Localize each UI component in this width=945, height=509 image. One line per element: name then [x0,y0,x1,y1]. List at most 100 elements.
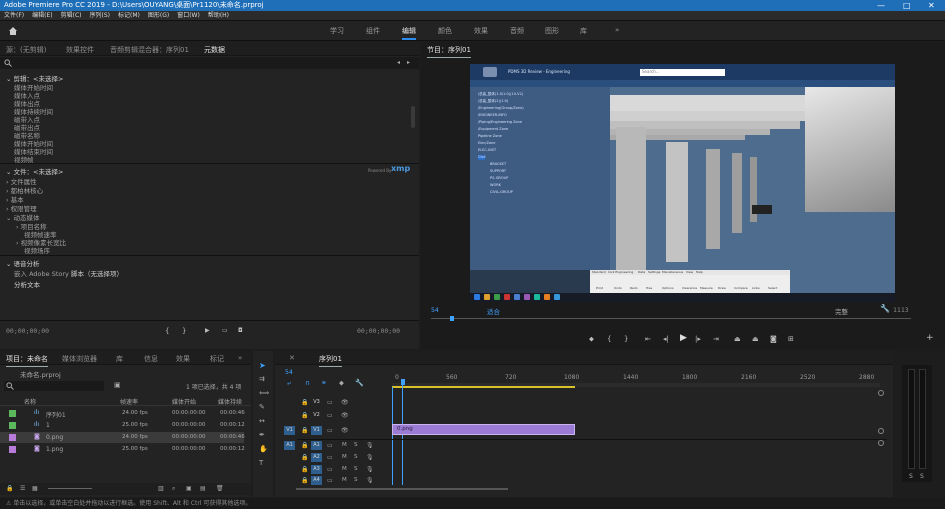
source-patch-v1[interactable]: V1 [284,426,295,435]
tree-node[interactable]: CIVIL-GROUP [490,190,513,195]
sync-lock-icon[interactable]: ▭ [327,399,333,406]
track-target-v2[interactable]: V2 [311,411,322,420]
menu-file[interactable]: 文件(F) [0,11,28,21]
project-item-row[interactable]: ◙ 1.png 25.00 fps 00:00:00:00 00:00:12 [0,444,245,455]
menu-marker[interactable]: 标记(M) [114,11,144,21]
solo-right-button[interactable]: S [920,473,924,480]
tree-node[interactable]: /Engineering(Group/Zone) [478,106,524,111]
scroll-handle-middle[interactable] [878,428,884,434]
workspace-tab-learn[interactable]: 学习 [330,26,344,36]
mute-button[interactable]: M [342,466,347,472]
tree-node[interactable]: ELEC-INST [478,148,496,153]
project-item-row[interactable]: ılı 1 25.00 fps 00:00:00:00 00:00:12 [0,420,245,431]
column-name[interactable]: 名称 [24,397,36,406]
program-monitor-viewer[interactable]: PDMS 3D Review - Engineering Search... /… [470,64,895,302]
close-button[interactable]: ✕ [928,0,935,11]
file-section-header[interactable]: ⌄ 文件：<未选择> [6,166,63,176]
mark-out-icon[interactable]: } [182,327,186,335]
tree-node[interactable]: /ENGINEER-INFO [478,113,507,118]
metadata-scrollbar[interactable] [411,106,415,128]
nest-icon[interactable]: ⤶ [287,379,291,388]
go-to-in-icon[interactable]: ⇤ [645,335,651,343]
microphone-icon[interactable]: 🎙 [366,454,374,461]
next-icon[interactable]: ▸ [407,59,410,66]
menu-window[interactable]: 窗口(W) [173,11,204,21]
workspace-tab-audio[interactable]: 音频 [510,26,524,36]
timeline-settings-icon[interactable]: 🔧 [355,379,364,387]
extract-icon[interactable]: ⏏ [752,335,759,343]
microphone-icon[interactable]: 🎙 [366,466,374,473]
lock-track-icon[interactable]: 🔒 [301,442,308,449]
tree-node[interactable]: /Piping/Engineering Zone [478,120,522,125]
tab-libraries[interactable]: 库 [116,354,123,364]
tab-effect-controls[interactable]: 效果控件 [66,45,94,55]
tab-overflow[interactable]: » [238,354,242,362]
sync-lock-icon[interactable]: ▭ [327,412,333,419]
label-color-swatch[interactable] [9,446,16,453]
workspace-tab-editing[interactable]: 编辑 [402,26,416,40]
scroll-handle-top[interactable] [878,390,884,396]
track-target-a1[interactable]: A1 [311,441,322,450]
prev-icon[interactable]: ◂ [397,59,400,66]
track-select-icon[interactable]: ⇉ [259,375,265,383]
play-icon[interactable]: ▶ [680,334,687,343]
zoom-slider[interactable] [48,488,92,489]
tree-node[interactable]: Elec/Zone [478,141,495,146]
add-icon[interactable]: + [926,334,934,343]
workspace-tab-graphics[interactable]: 图形 [545,26,559,36]
track-target-v1[interactable]: V1 [311,426,322,435]
sync-lock-icon[interactable]: ▭ [327,442,333,449]
tree-node[interactable]: Pipeline Zone [478,134,502,139]
list-view-icon[interactable]: ☰ [20,485,25,492]
tree-node-selected[interactable]: Civil [478,155,486,160]
project-item-row[interactable]: ılı 序列01 24.00 fps 00:00:00:00 00:00:46 [0,408,245,419]
in-point-icon[interactable]: { [607,335,611,343]
timeline-clip[interactable]: 0.png [392,424,575,435]
sync-lock-icon[interactable]: ▭ [327,466,333,473]
maximize-button[interactable]: □ [903,0,911,11]
tab-audio-clip-mixer[interactable]: 音频剪辑混合器：序列01 [110,45,189,55]
tree-node[interactable]: PS-GROUP [490,176,508,181]
new-item-icon[interactable]: ▤ [200,485,206,492]
solo-button[interactable]: S [354,454,358,460]
ripple-edit-icon[interactable]: ⟺ [259,389,269,397]
program-timecode[interactable]: 54 [431,306,439,314]
new-bin-icon[interactable]: ▣ [114,381,121,389]
fit-dropdown[interactable]: 适合 [487,306,500,316]
workspace-overflow-button[interactable]: » [615,26,619,34]
play-icon[interactable]: ▶ [205,327,210,335]
column-media-duration[interactable]: 媒体持续 [218,397,242,406]
tree-node[interactable]: SUPPORT [490,169,506,174]
quality-dropdown[interactable]: 完整 [835,306,848,316]
lock-icon[interactable]: 🔒 [6,485,13,492]
label-color-swatch[interactable] [9,410,16,417]
camera-icon[interactable]: ◘ [238,327,243,335]
timeline-horizontal-scrollbar[interactable] [296,488,508,490]
tab-effects[interactable]: 效果 [176,354,190,364]
step-back-icon[interactable]: ◂| [663,335,669,343]
wrench-icon[interactable]: 🔧 [880,304,890,313]
lock-track-icon[interactable]: 🔒 [301,454,308,461]
mark-in-icon[interactable]: { [165,327,169,335]
go-to-out-icon[interactable]: ⇥ [713,335,719,343]
track-target-a4[interactable]: A4 [311,476,322,485]
solo-button[interactable]: S [354,466,358,472]
snap-icon[interactable]: ∩ [305,379,310,387]
tab-info[interactable]: 信息 [144,354,158,364]
export-frame-icon[interactable]: ◙ [770,335,777,343]
linked-selection-icon[interactable]: ⚭ [321,379,327,387]
tree-node[interactable]: /总装_整体(2)(1:0) [478,99,508,104]
step-forward-icon[interactable]: |▸ [695,335,701,343]
tab-source[interactable]: 源：(无剪辑) [6,45,46,55]
label-color-swatch[interactable] [9,434,16,441]
selection-tool-icon[interactable]: ➤ [259,361,266,370]
sync-lock-icon[interactable]: ▭ [327,427,333,434]
eye-icon[interactable]: 👁 [341,412,349,419]
project-search-input[interactable] [4,381,104,391]
lock-track-icon[interactable]: 🔒 [301,427,308,434]
solo-button[interactable]: S [354,442,358,448]
mute-button[interactable]: M [342,477,347,483]
lock-track-icon[interactable]: 🔒 [301,399,308,406]
insert-icon[interactable]: ▭ [222,327,228,335]
metadata-search-bar[interactable]: ◂ ▸ [0,57,419,69]
